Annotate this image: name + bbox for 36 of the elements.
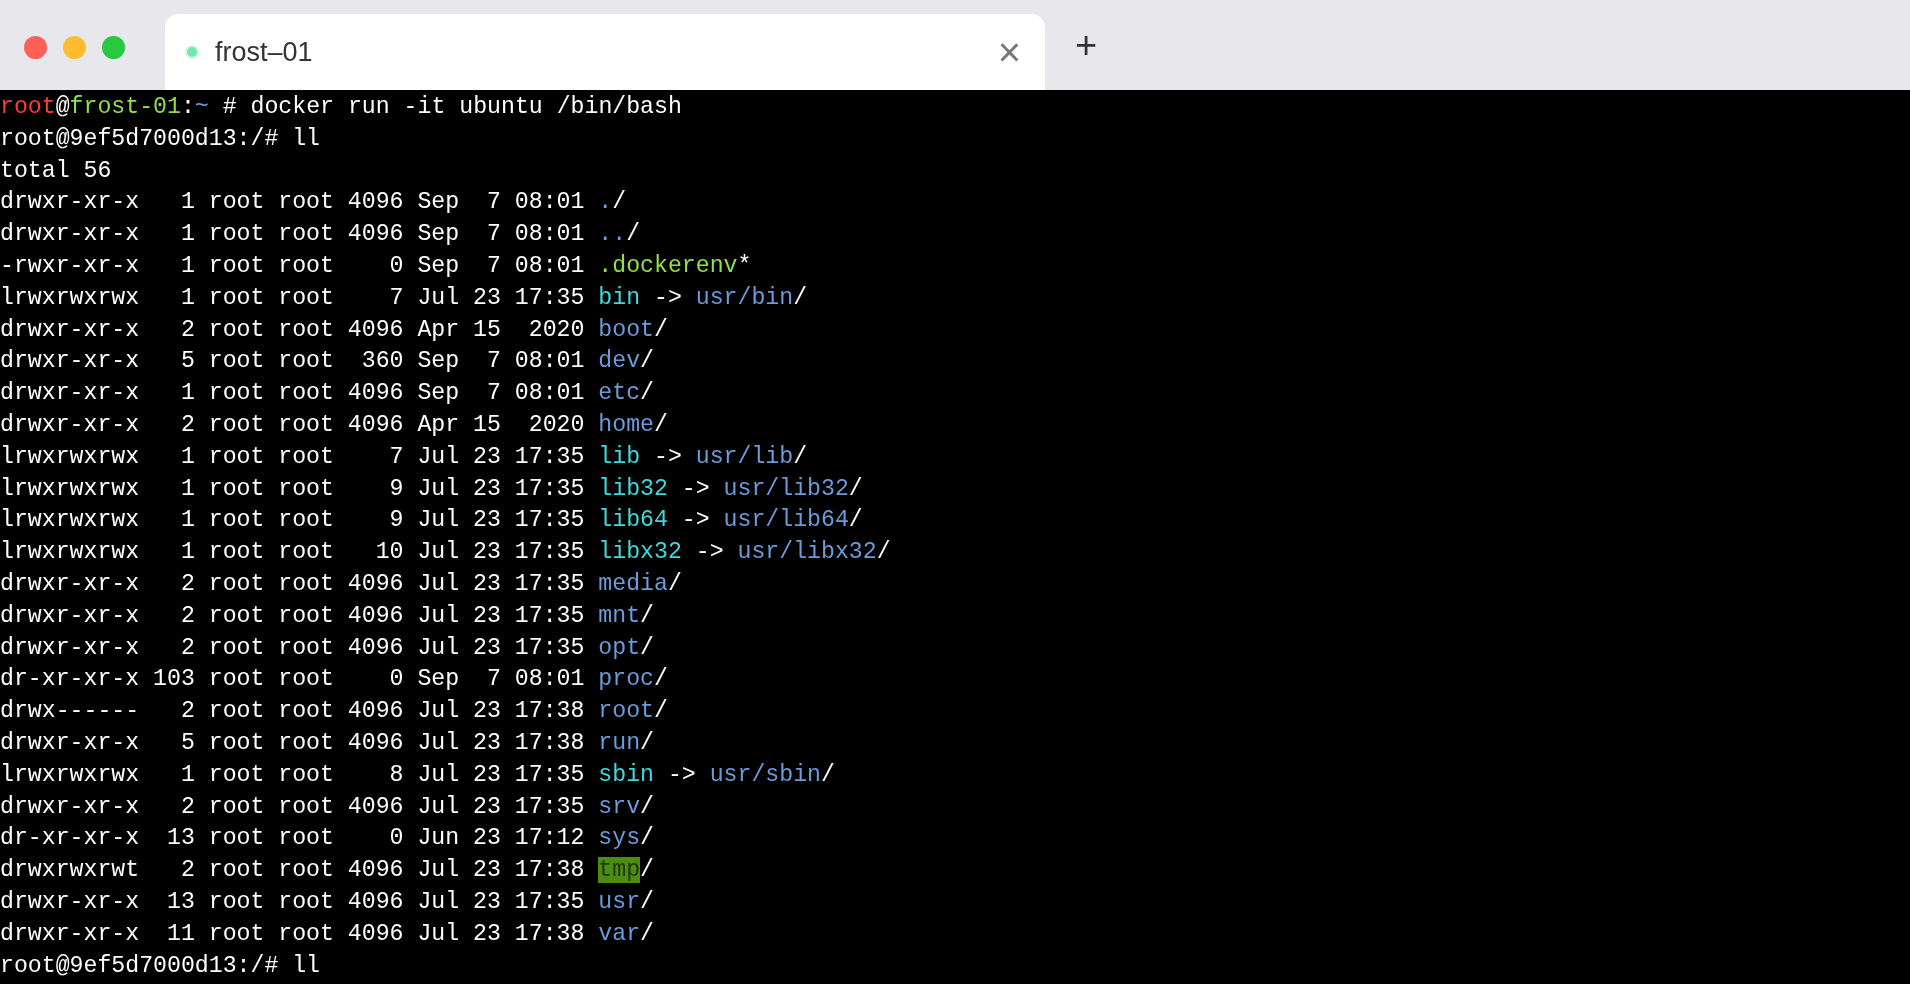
terminal-line: drwxr-xr-x 1 root root 4096 Sep 7 08:01 ./ — [0, 188, 628, 218]
terminal-line: drwxr-xr-x 5 root root 360 Sep 7 08:01 dev/ — [0, 347, 655, 377]
terminal-line: lrwxrwxrwx 1 root root 7 Jul 23 17:35 lib -> usr/lib/ — [0, 442, 809, 472]
terminal-line: drwxr-xr-x 2 root root 4096 Jul 23 17:35 mnt/ — [0, 601, 655, 631]
terminal-line: drwxr-xr-x 5 root root 4096 Jul 23 17:38 run/ — [0, 728, 655, 758]
terminal-line: drwxr-xr-x 11 root root 4096 Jul 23 17:38 var/ — [0, 919, 655, 949]
terminal-line: dr-xr-xr-x 103 root root 0 Sep 7 08:01 proc/ — [0, 665, 669, 695]
terminal-tab[interactable]: frost–01 × — [165, 14, 1045, 90]
terminal-line: root@frost-01:~ # docker run -it ubuntu /bin/bash — [0, 93, 683, 122]
terminal-line: drwxr-xr-x 1 root root 4096 Sep 7 08:01 etc/ — [0, 379, 655, 409]
terminal-line: total 56 — [0, 156, 113, 186]
terminal-line: root@9ef5d7000d13:/# ll — [0, 124, 322, 154]
terminal-line: drwxr-xr-x 1 root root 4096 Sep 7 08:01 ../ — [0, 220, 642, 250]
terminal-line: drwxr-xr-x 2 root root 4096 Jul 23 17:35 media/ — [0, 569, 683, 599]
zoom-window-button[interactable] — [102, 35, 125, 59]
status-dot-icon — [185, 45, 199, 59]
terminal-line: drwxr-xr-x 2 root root 4096 Jul 23 17:35 opt/ — [0, 633, 655, 663]
terminal-line: lrwxrwxrwx 1 root root 7 Jul 23 17:35 bin -> usr/bin/ — [0, 283, 809, 313]
tab-title: frost–01 — [215, 35, 314, 69]
terminal-line: root@9ef5d7000d13:/# ll — [0, 951, 322, 981]
close-tab-button[interactable]: × — [993, 32, 1025, 72]
close-window-button[interactable] — [24, 35, 47, 59]
terminal-line: drwxr-xr-x 2 root root 4096 Apr 15 2020 home/ — [0, 410, 669, 440]
terminal-line: lrwxrwxrwx 1 root root 9 Jul 23 17:35 lib32 -> usr/lib32/ — [0, 474, 864, 504]
minimize-window-button[interactable] — [63, 35, 86, 59]
terminal-line: lrwxrwxrwx 1 root root 8 Jul 23 17:35 sbin -> usr/sbin/ — [0, 760, 836, 790]
terminal-line: -rwxr-xr-x 1 root root 0 Sep 7 08:01 .dockerenv* — [0, 252, 753, 281]
terminal-line: drwx------ 2 root root 4096 Jul 23 17:38 root/ — [0, 697, 669, 727]
terminal-line: drwxrwxrwt 2 root root 4096 Jul 23 17:38 tmp/ — [0, 856, 655, 886]
terminal-line: drwxr-xr-x 13 root root 4096 Jul 23 17:35 usr/ — [0, 887, 655, 917]
terminal-line: dr-xr-xr-x 13 root root 0 Jun 23 17:12 sys/ — [0, 824, 655, 854]
terminal-line: drwxr-xr-x 2 root root 4096 Apr 15 2020 boot/ — [0, 315, 669, 345]
terminal-line: lrwxrwxrwx 1 root root 10 Jul 23 17:35 libx32 -> usr/libx32/ — [0, 538, 892, 568]
new-tab-button[interactable]: + — [1069, 26, 1104, 64]
terminal-line: lrwxrwxrwx 1 root root 9 Jul 23 17:35 lib64 -> usr/lib64/ — [0, 506, 864, 536]
terminal-line: drwxr-xr-x 2 root root 4096 Jul 23 17:35 srv/ — [0, 792, 655, 822]
